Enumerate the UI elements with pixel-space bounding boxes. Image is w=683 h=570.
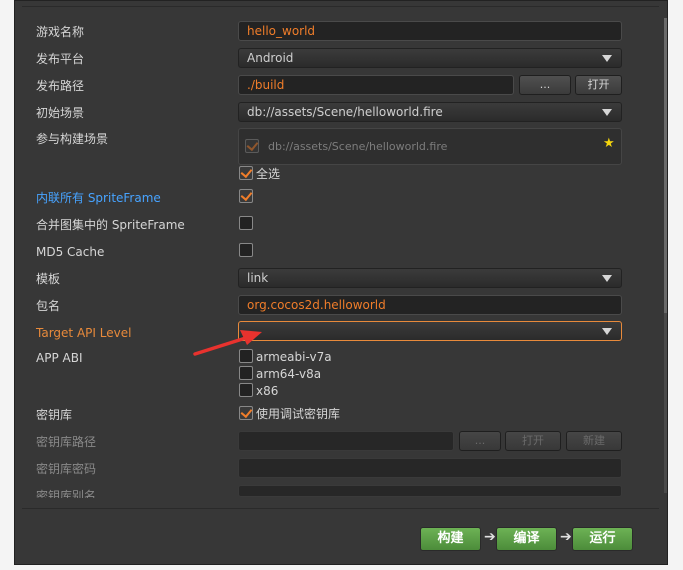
debug-keystore-label: 使用调试密钥库: [256, 407, 341, 421]
chevron-down-icon: [602, 109, 612, 116]
abi-arm64-checkbox[interactable]: [239, 366, 253, 380]
md5-cache-label: MD5 Cache: [36, 245, 105, 259]
scrollbar-thumb[interactable]: [664, 18, 667, 313]
abi-arm64-label: arm64-v8a: [256, 367, 322, 381]
inline-spriteframe-label: 内联所有 SpriteFrame: [36, 191, 161, 205]
keystore-password-input[interactable]: [238, 458, 622, 478]
run-button[interactable]: 运行: [572, 527, 633, 551]
build-scenes-label: 参与构建场景: [36, 132, 109, 146]
template-select[interactable]: link: [238, 268, 622, 288]
scene-item-label: db://assets/Scene/helloworld.fire: [268, 140, 448, 153]
keystore-browse-button[interactable]: ...: [459, 431, 501, 451]
top-divider: [22, 6, 659, 7]
platform-select[interactable]: Android: [238, 48, 622, 68]
merge-atlas-label: 合并图集中的 SpriteFrame: [36, 218, 185, 232]
template-value: link: [247, 271, 269, 285]
game-name-label: 游戏名称: [36, 25, 85, 39]
platform-value: Android: [247, 51, 294, 65]
chevron-down-icon: [602, 275, 612, 282]
keystore-alias-label: 密钥库别名: [36, 489, 97, 498]
game-name-input[interactable]: hello_world: [238, 21, 622, 41]
app-abi-label: APP ABI: [36, 351, 83, 365]
start-scene-label: 初始场景: [36, 106, 85, 120]
open-button[interactable]: 打开: [575, 75, 622, 95]
target-api-label: Target API Level: [36, 326, 132, 340]
bottom-divider: [22, 508, 659, 509]
package-name-label: 包名: [36, 299, 61, 313]
keystore-path-label: 密钥库路径: [36, 435, 97, 449]
build-path-label: 发布路径: [36, 79, 85, 93]
select-all-checkbox[interactable]: [239, 166, 253, 180]
md5-cache-checkbox[interactable]: [239, 243, 253, 257]
compile-button[interactable]: 编译: [496, 527, 557, 551]
keystore-label: 密钥库: [36, 408, 73, 422]
star-icon[interactable]: ★: [603, 136, 615, 151]
arrow-right-icon: ➔: [560, 529, 572, 545]
abi-armeabi-label: armeabi-v7a: [256, 350, 332, 364]
platform-label: 发布平台: [36, 52, 85, 66]
build-path-input[interactable]: ./build: [238, 75, 514, 95]
chevron-down-icon: [602, 55, 612, 62]
start-scene-select[interactable]: db://assets/Scene/helloworld.fire: [238, 102, 622, 122]
template-label: 模板: [36, 272, 61, 286]
abi-armeabi-checkbox[interactable]: [239, 349, 253, 363]
keystore-alias-input[interactable]: [238, 485, 622, 497]
target-api-select[interactable]: [238, 321, 622, 341]
package-name-input[interactable]: org.cocos2d.helloworld: [238, 295, 622, 315]
debug-keystore-checkbox[interactable]: [239, 406, 253, 420]
chevron-down-icon: [602, 328, 612, 335]
keystore-open-button[interactable]: 打开: [505, 431, 561, 451]
browse-button[interactable]: ...: [519, 75, 571, 95]
abi-x86-label: x86: [256, 384, 279, 398]
start-scene-value: db://assets/Scene/helloworld.fire: [247, 105, 443, 119]
keystore-password-label: 密钥库密码: [36, 462, 97, 476]
merge-atlas-checkbox[interactable]: [239, 216, 253, 230]
inline-spriteframe-checkbox[interactable]: [239, 189, 253, 203]
arrow-right-icon: ➔: [484, 529, 496, 545]
abi-x86-checkbox[interactable]: [239, 383, 253, 397]
select-all-label: 全选: [256, 167, 281, 181]
scene-checkbox[interactable]: [245, 139, 259, 153]
keystore-path-input[interactable]: [238, 431, 454, 451]
build-button[interactable]: 构建: [420, 527, 481, 551]
keystore-new-button[interactable]: 新建: [566, 431, 622, 451]
